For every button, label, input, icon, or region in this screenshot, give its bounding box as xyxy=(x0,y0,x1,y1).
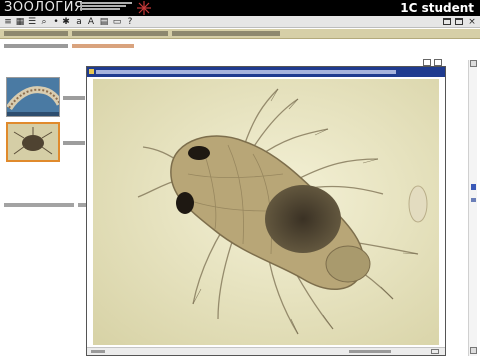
viewer-resize-icon[interactable] xyxy=(431,349,439,354)
thumbnail-1[interactable] xyxy=(6,77,60,117)
font-small-icon[interactable]: a xyxy=(74,17,84,27)
font-large-icon[interactable]: A xyxy=(86,17,96,27)
dot-icon[interactable]: • xyxy=(51,17,61,27)
top-banner: ЗООЛОГИЯ 1C student xyxy=(0,0,480,16)
scroll-up-icon[interactable] xyxy=(470,60,477,67)
star-icon[interactable]: ✱ xyxy=(61,17,71,27)
subheading-label xyxy=(4,44,68,48)
zoom-icon[interactable]: ⌕ xyxy=(39,17,49,27)
nauplius-larva-illustration xyxy=(93,79,439,345)
main-scrollbar[interactable] xyxy=(468,60,477,356)
brand-label: 1C student xyxy=(400,1,474,15)
viewer-status-bar xyxy=(87,347,445,355)
viewer-maximize-icon[interactable] xyxy=(434,59,442,66)
scroll-down-icon[interactable] xyxy=(470,347,477,354)
viewer-status-right xyxy=(349,350,391,353)
page-icon[interactable]: ▭ xyxy=(112,17,122,27)
help-icon[interactable]: ? xyxy=(125,17,135,27)
breadcrumb-item-1[interactable] xyxy=(4,31,68,36)
viewer-app-icon xyxy=(89,69,94,74)
contents-icon[interactable]: ▤ xyxy=(99,17,109,27)
thumbnail-2-label[interactable] xyxy=(63,141,85,145)
close-icon[interactable]: × xyxy=(467,17,477,27)
thumbnail-1-label[interactable] xyxy=(63,96,85,100)
scroll-position-marker[interactable] xyxy=(471,184,476,190)
app-logo-subtitle-graphic xyxy=(80,2,132,12)
microscope-image xyxy=(93,79,439,345)
viewer-status-left xyxy=(91,350,105,353)
breadcrumb-item-2[interactable] xyxy=(72,31,168,36)
window-icon[interactable] xyxy=(443,18,451,25)
viewer-title xyxy=(96,70,396,74)
breadcrumb xyxy=(0,29,480,39)
thumbnail-1-image xyxy=(7,78,59,116)
viewer-title-bar[interactable] xyxy=(87,67,445,77)
back-icon[interactable]: ≡ xyxy=(3,17,13,27)
breadcrumb-item-3[interactable] xyxy=(172,31,280,36)
window-icon-2[interactable] xyxy=(455,18,463,25)
logo-burst-icon xyxy=(137,1,151,15)
subheading-link[interactable] xyxy=(72,44,134,48)
app-logo-title: ЗООЛОГИЯ xyxy=(4,0,84,15)
thumbnail-2-image xyxy=(8,124,58,160)
thumbnail-2-selected[interactable] xyxy=(6,122,60,162)
table-icon[interactable]: ▦ xyxy=(15,17,25,27)
lines-icon[interactable]: ☰ xyxy=(27,17,37,27)
toolbar: ≡ ▦ ☰ ⌕ • ✱ a A ▤ ▭ ? × xyxy=(0,16,480,28)
scroll-marker-2[interactable] xyxy=(471,198,476,202)
image-viewer-window xyxy=(86,66,446,356)
viewer-minimize-icon[interactable] xyxy=(423,59,431,66)
app-root: ЗООЛОГИЯ 1C student ≡ ▦ ☰ ⌕ • ✱ a A ▤ ▭ … xyxy=(0,0,480,360)
